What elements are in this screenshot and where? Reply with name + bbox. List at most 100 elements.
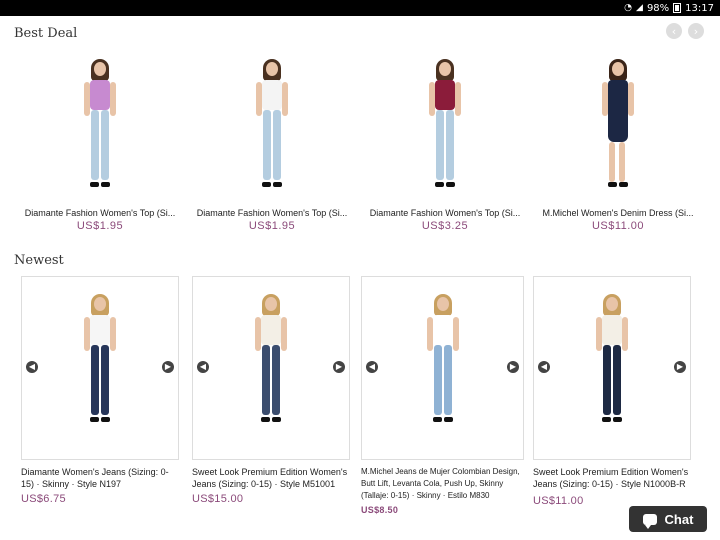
product-image[interactable]	[241, 293, 301, 439]
product-name[interactable]: Diamante Fashion Women's Top (Si...	[192, 208, 352, 218]
model-arm-r	[622, 317, 628, 351]
product-price: US$11.00	[591, 220, 645, 232]
model-arm-r	[282, 82, 288, 116]
model-top	[608, 80, 628, 142]
model-head	[439, 62, 451, 76]
model-top	[432, 315, 453, 345]
model-leg-r	[619, 142, 625, 182]
best-deal-product-card[interactable]: Diamante Fashion Women's Top (Si... US$1.…	[20, 58, 180, 238]
model-shoe-l	[262, 182, 271, 187]
image-prev-arrow-icon[interactable]: ◀	[26, 361, 38, 373]
model-leg-l	[603, 345, 611, 415]
product-price: US$8.50	[361, 505, 399, 515]
image-prev-arrow-icon[interactable]: ◀	[366, 361, 378, 373]
model-arm-l	[426, 317, 433, 351]
model-shoe-l	[90, 417, 99, 422]
model-head	[436, 297, 449, 311]
model-arm-r	[281, 317, 287, 351]
product-price: US$15.00	[192, 493, 244, 505]
product-image-box	[192, 58, 352, 204]
model-top	[261, 315, 281, 345]
product-image-frame[interactable]: ◀ ▶	[361, 276, 524, 460]
model-leg-l	[609, 142, 615, 182]
product-image[interactable]	[582, 293, 642, 439]
wifi-icon: ◔	[624, 2, 633, 13]
model-leg-r	[273, 110, 281, 180]
model-leg-r	[613, 345, 621, 415]
chat-label: Chat	[664, 511, 694, 527]
chat-button[interactable]: Chat	[629, 506, 707, 532]
battery-icon	[673, 3, 682, 13]
status-bar: ◔ ◢ 98% 13:17	[0, 0, 720, 16]
model-arm-r	[628, 82, 634, 116]
product-price: US$1.95	[248, 220, 296, 232]
carousel-prev-button[interactable]: ‹	[666, 23, 682, 39]
product-image[interactable]	[413, 293, 473, 439]
model-shoe-r	[273, 182, 282, 187]
product-price: US$3.25	[421, 220, 469, 232]
model-head	[94, 297, 106, 311]
product-price: US$1.95	[76, 220, 124, 232]
model-leg-l	[263, 110, 271, 180]
model-top	[602, 315, 622, 345]
model-arm-r	[110, 317, 116, 351]
model-shoe-r	[443, 417, 453, 422]
product-name[interactable]: Sweet Look Premium Edition Women's Jeans…	[533, 466, 696, 490]
model-arm-r	[452, 317, 459, 351]
model-leg-l	[436, 110, 444, 180]
product-image[interactable]	[70, 293, 130, 439]
clock: 13:17	[685, 2, 714, 14]
product-image[interactable]	[415, 58, 475, 204]
product-image[interactable]	[242, 58, 302, 204]
model-arm-r	[455, 82, 461, 116]
product-name[interactable]: M.Michel Women's Denim Dress (Si...	[538, 208, 698, 218]
product-image-frame[interactable]: ◀ ▶	[533, 276, 691, 460]
product-name[interactable]: Diamante Fashion Women's Top (Si...	[365, 208, 525, 218]
image-next-arrow-icon[interactable]: ▶	[333, 361, 345, 373]
best-deal-product-card[interactable]: M.Michel Women's Denim Dress (Si... US$11…	[538, 58, 698, 238]
chat-bubble-icon	[642, 513, 657, 529]
model-shoe-r	[446, 182, 455, 187]
battery-percent: 98%	[646, 2, 670, 14]
product-name[interactable]: Diamante Fashion Women's Top (Si...	[20, 208, 180, 218]
image-next-arrow-icon[interactable]: ▶	[507, 361, 519, 373]
newest-title: Newest	[14, 253, 64, 268]
model-shoe-l	[608, 182, 617, 187]
model-head	[612, 62, 624, 76]
product-image-box	[365, 58, 525, 204]
product-name[interactable]: Sweet Look Premium Edition Women's Jeans…	[192, 466, 355, 490]
product-name[interactable]: M.Michel Jeans de Mujer Colombian Design…	[361, 466, 527, 502]
model-shoe-l	[602, 417, 611, 422]
image-prev-arrow-icon[interactable]: ◀	[538, 361, 550, 373]
model-shoe-r	[619, 182, 628, 187]
product-price: US$6.75	[21, 493, 66, 505]
model-shoe-r	[101, 417, 110, 422]
model-leg-l	[91, 345, 99, 415]
model-leg-r	[443, 345, 452, 415]
carousel-next-button[interactable]: ›	[688, 23, 704, 39]
image-next-arrow-icon[interactable]: ▶	[162, 361, 174, 373]
best-deal-title: Best Deal	[14, 26, 78, 41]
product-image[interactable]	[70, 58, 130, 204]
model-head	[94, 62, 106, 76]
model-head	[265, 297, 277, 311]
signal-icon: ◢	[636, 2, 643, 13]
model-top	[90, 315, 110, 345]
model-shoe-l	[90, 182, 99, 187]
product-image[interactable]	[588, 58, 648, 204]
product-image-box	[20, 58, 180, 204]
model-top	[435, 80, 455, 110]
model-top	[90, 80, 110, 110]
model-leg-r	[272, 345, 280, 415]
product-image-frame[interactable]: ◀ ▶	[21, 276, 179, 460]
product-image-frame[interactable]: ◀ ▶	[192, 276, 350, 460]
model-shoe-r	[613, 417, 622, 422]
product-name[interactable]: Diamante Women's Jeans (Sizing: 0-15) · …	[21, 466, 181, 490]
model-leg-r	[101, 110, 109, 180]
model-shoe-l	[435, 182, 444, 187]
image-next-arrow-icon[interactable]: ▶	[674, 361, 686, 373]
best-deal-product-card[interactable]: Diamante Fashion Women's Top (Si... US$1.…	[192, 58, 352, 238]
image-prev-arrow-icon[interactable]: ◀	[197, 361, 209, 373]
model-leg-r	[446, 110, 454, 180]
best-deal-product-card[interactable]: Diamante Fashion Women's Top (Si... US$3.…	[365, 58, 525, 238]
